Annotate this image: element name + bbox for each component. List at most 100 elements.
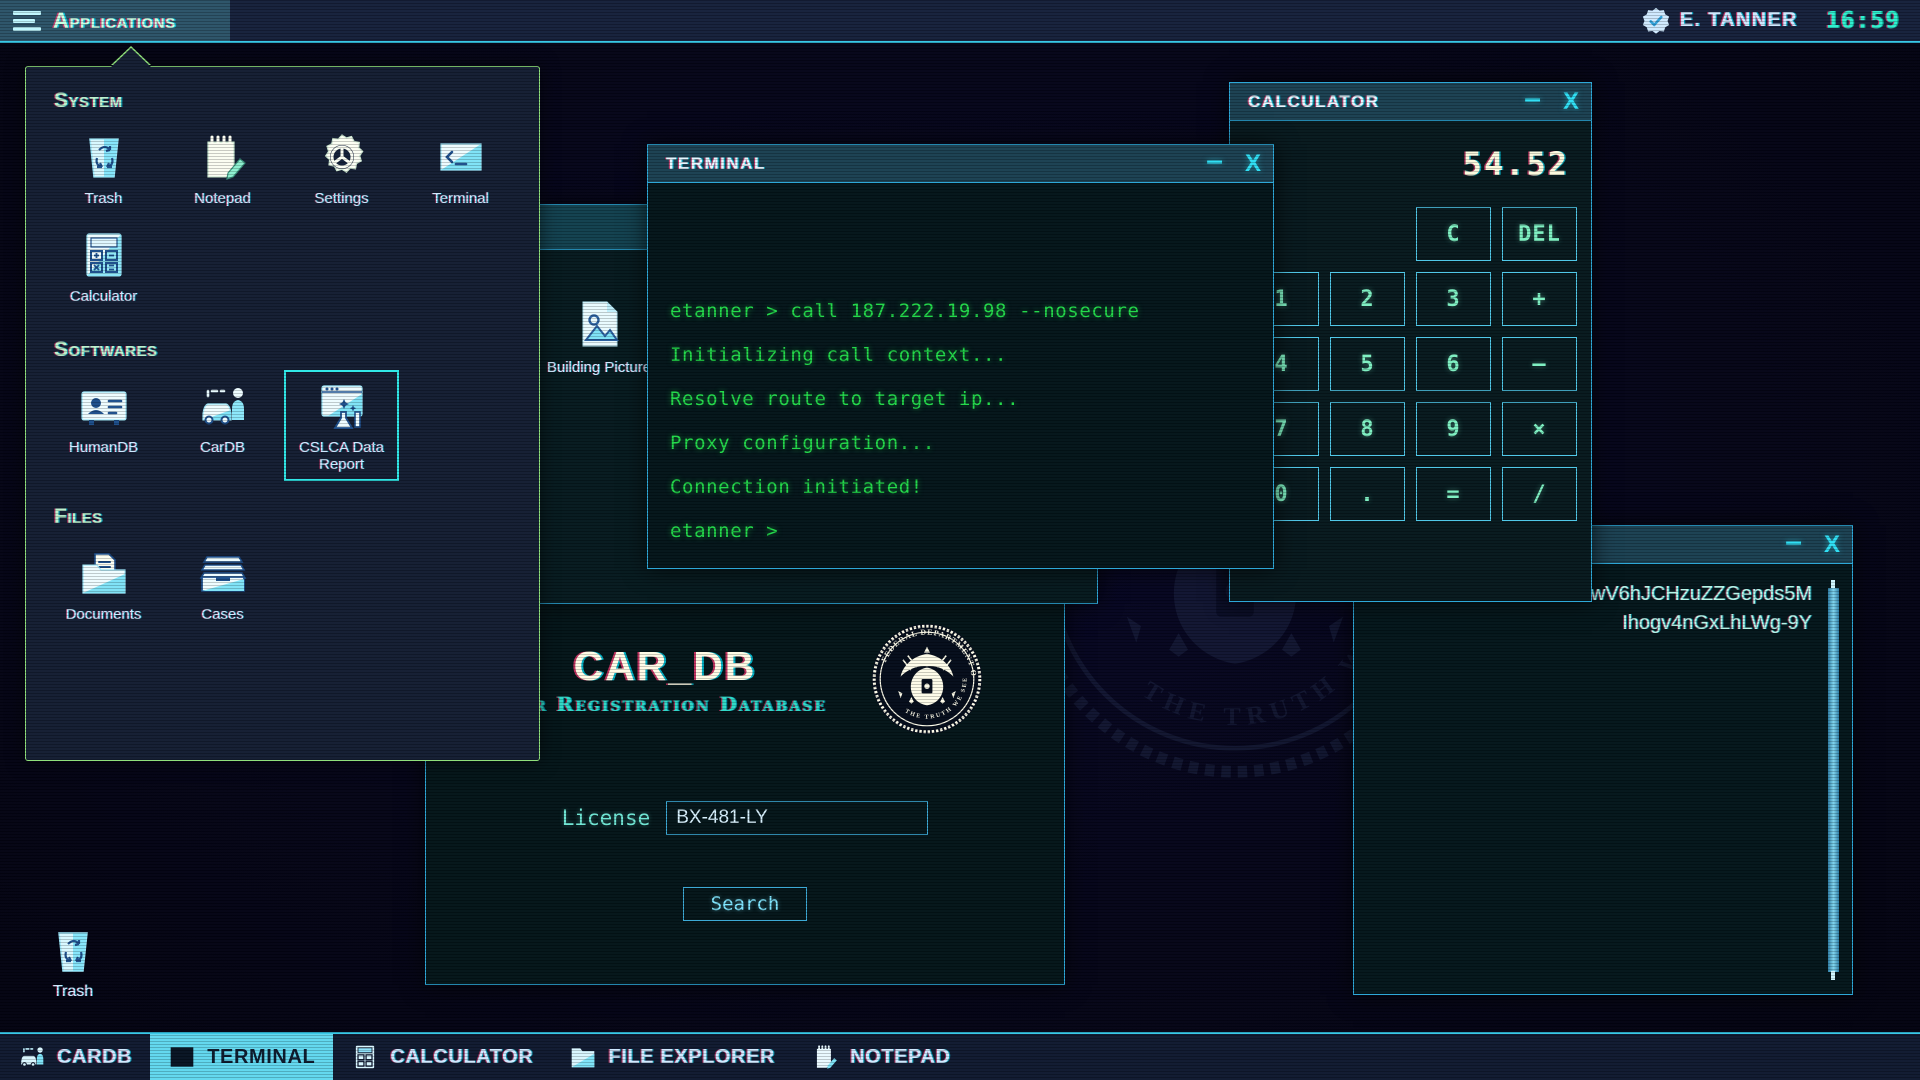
- calc-key-2[interactable]: 2: [1330, 272, 1405, 326]
- gear-icon: [324, 134, 363, 173]
- calc-key-clear[interactable]: C: [1416, 207, 1491, 261]
- calc-key-multiply[interactable]: ×: [1502, 402, 1577, 456]
- taskbar-item-notepad[interactable]: NOTEPAD: [793, 1034, 969, 1080]
- calc-key-decimal[interactable]: .: [1330, 467, 1405, 521]
- taskbar-item-label: NOTEPAD: [850, 1045, 951, 1068]
- calculator-icon: [85, 233, 122, 277]
- menu-section-system: System: [54, 89, 123, 112]
- terminal-titlebar[interactable]: TERMINAL – X: [648, 145, 1273, 183]
- calculator-display: 54.52: [1462, 145, 1569, 183]
- data-report-icon: [320, 384, 363, 429]
- calculator-window[interactable]: CALCULATOR – X 54.52 C DEL 1 2 3 + 4 5 6…: [1229, 82, 1592, 602]
- terminal-icon: [170, 1047, 194, 1067]
- calculator-keypad: C DEL 1 2 3 + 4 5 6 – 7 8 9 × 0 . = /: [1230, 207, 1591, 548]
- minimize-icon[interactable]: –: [1785, 526, 1802, 557]
- menu-grid-system: Trash Notepad Settings Terminal Calculat…: [26, 119, 539, 316]
- menu-grid-files: Documents Cases: [26, 535, 539, 633]
- license-input[interactable]: [666, 801, 929, 835]
- calc-key-3[interactable]: 3: [1416, 272, 1491, 326]
- calculator-row: C DEL: [1244, 207, 1577, 261]
- folder-document-icon: [81, 553, 126, 594]
- terminal-line: Initializing call context...: [670, 344, 1008, 366]
- app-item-label: Settings: [314, 190, 369, 207]
- car-person-icon: [21, 1047, 44, 1067]
- calc-key-delete[interactable]: DEL: [1502, 207, 1577, 261]
- user-name: E. TANNER: [1679, 9, 1798, 31]
- app-item-terminal[interactable]: Terminal: [403, 121, 518, 215]
- notepad-body[interactable]: /document/d/10MD3rV1-wV6hJCHzuZZGepds5MI…: [1354, 564, 1852, 994]
- app-item-label: Trash: [84, 190, 123, 207]
- notepad-scrollbar[interactable]: [1826, 580, 1840, 980]
- taskbar-item-calculator[interactable]: CALCULATOR: [333, 1034, 551, 1080]
- file-item-building-picture[interactable]: Building Picture: [539, 298, 659, 376]
- calc-key-5[interactable]: 5: [1330, 337, 1405, 391]
- app-item-label: Terminal: [432, 190, 489, 207]
- app-item-cases[interactable]: Cases: [165, 537, 280, 631]
- terminal-line: Connection initiated!: [670, 476, 923, 498]
- desktop-icon-label: Trash: [52, 983, 94, 1000]
- calc-key-minus[interactable]: –: [1502, 337, 1577, 391]
- calc-key-9[interactable]: 9: [1416, 402, 1491, 456]
- scroll-thumb[interactable]: [1828, 588, 1839, 972]
- taskbar-item-file-explorer[interactable]: FILE EXPLORER: [551, 1034, 793, 1080]
- minimize-icon[interactable]: –: [1524, 83, 1541, 114]
- menu-section-files: Files: [54, 505, 103, 528]
- calc-key-equals[interactable]: =: [1416, 467, 1491, 521]
- applications-label: Applications: [53, 7, 176, 33]
- close-icon[interactable]: X: [1245, 151, 1261, 176]
- menu-section-softwares: Softwares: [54, 337, 158, 361]
- applications-button[interactable]: Applications: [0, 0, 230, 41]
- app-item-trash[interactable]: Trash: [46, 121, 161, 215]
- menu-pointer-arrow: [111, 48, 151, 67]
- desktop: FEDERAL DEPARTMENT OF INTELLIGENCE THE T…: [0, 0, 1920, 1080]
- calc-key-plus[interactable]: +: [1502, 272, 1577, 326]
- app-item-cslca-data-report[interactable]: CSLCA Data Report: [284, 369, 399, 481]
- car-person-icon: [201, 387, 244, 424]
- applications-menu[interactable]: System Trash Notepad Settings Terminal C…: [25, 48, 540, 761]
- calc-key-6[interactable]: 6: [1416, 337, 1491, 391]
- calculator-title: CALCULATOR: [1248, 91, 1380, 111]
- desktop-icon-trash[interactable]: Trash: [28, 925, 118, 1001]
- hamburger-icon: [13, 10, 41, 31]
- terminal-line: Resolve route to target ip...: [670, 388, 1020, 410]
- notepad-icon: [206, 135, 246, 180]
- app-item-label: HumanDB: [68, 438, 139, 456]
- app-item-humandb[interactable]: HumanDB: [46, 370, 161, 482]
- taskbar-item-cardb[interactable]: CARDB: [0, 1034, 150, 1080]
- terminal-line: etanner > call 187.222.19.98 --nosecure: [670, 300, 1140, 322]
- minimize-icon[interactable]: –: [1206, 145, 1223, 176]
- app-item-label: Cases: [201, 606, 244, 623]
- verified-badge-icon: [1642, 7, 1669, 34]
- app-item-cardb[interactable]: CarDB: [165, 370, 280, 482]
- app-item-label: Documents: [65, 606, 142, 623]
- calc-key-8[interactable]: 8: [1330, 402, 1405, 456]
- app-item-calculator[interactable]: Calculator: [46, 219, 161, 313]
- trash-icon: [58, 932, 88, 972]
- app-item-notepad[interactable]: Notepad: [165, 121, 280, 215]
- calculator-row: 4 5 6 –: [1244, 337, 1577, 391]
- federal-seal-icon: FEDERAL DEPARTMENT OF INTELLIGENCE THE T…: [867, 619, 983, 735]
- taskbar-item-terminal[interactable]: TERMINAL: [150, 1034, 334, 1080]
- app-item-documents[interactable]: Documents: [46, 537, 161, 631]
- clock: 16:59: [1825, 7, 1900, 34]
- user-info[interactable]: E. TANNER: [1642, 7, 1798, 35]
- calculator-titlebar[interactable]: CALCULATOR – X: [1230, 83, 1591, 121]
- taskbar-item-label: CARDB: [57, 1045, 133, 1068]
- calc-key-divide[interactable]: /: [1502, 467, 1577, 521]
- close-icon[interactable]: X: [1824, 532, 1840, 557]
- app-item-label: Calculator: [69, 288, 138, 306]
- terminal-icon: [439, 143, 482, 171]
- trash-icon: [88, 138, 119, 178]
- image-file-icon: [582, 301, 619, 347]
- close-icon[interactable]: X: [1563, 89, 1579, 114]
- calculator-row: 7 8 9 ×: [1244, 402, 1577, 456]
- terminal-line: Proxy configuration...: [670, 432, 935, 454]
- terminal-output[interactable]: etanner > call 187.222.19.98 --nosecure …: [648, 183, 1273, 568]
- terminal-prompt: etanner >: [670, 520, 779, 542]
- search-button[interactable]: Search: [683, 887, 807, 921]
- calculator-row: 0 . = /: [1244, 467, 1577, 521]
- terminal-window[interactable]: TERMINAL – X etanner > call 187.222.19.9…: [647, 144, 1274, 569]
- id-card-icon: [80, 390, 127, 425]
- app-item-settings[interactable]: Settings: [284, 121, 399, 215]
- calculator-row: 1 2 3 +: [1244, 272, 1577, 326]
